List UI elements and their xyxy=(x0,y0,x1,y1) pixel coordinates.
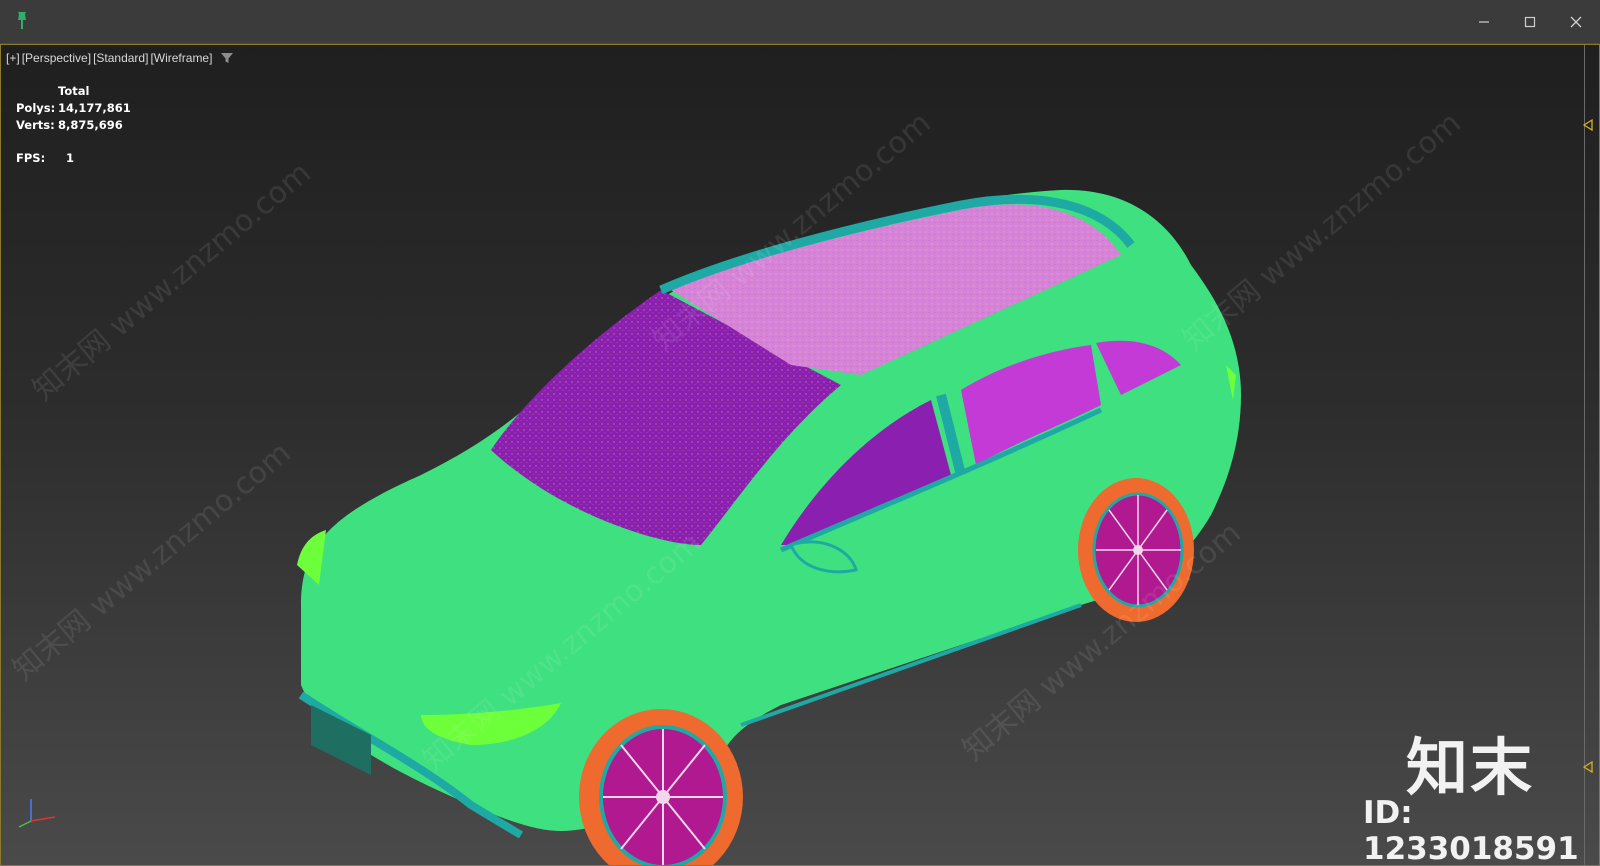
viewport-plus-menu[interactable]: [+] xyxy=(6,51,20,65)
close-icon xyxy=(1570,16,1582,28)
viewport-shading-menu[interactable]: [Standard] xyxy=(93,51,148,65)
pin-icon[interactable] xyxy=(14,10,30,32)
viewport-label-menu: [+] [Perspective] [Standard] [Wireframe] xyxy=(6,51,234,65)
minimize-button[interactable] xyxy=(1466,8,1502,36)
maximize-icon xyxy=(1524,16,1536,28)
axis-gizmo-icon xyxy=(18,799,56,828)
viewport-view-menu[interactable]: [Perspective] xyxy=(22,51,91,65)
polys-label: Polys: xyxy=(16,101,56,115)
title-bar xyxy=(0,0,1600,44)
timeline-marker-icon[interactable] xyxy=(1583,761,1593,773)
stats-header: Total xyxy=(58,84,90,98)
timeline-marker-icon[interactable] xyxy=(1583,119,1593,131)
verts-value: 8,875,696 xyxy=(58,118,123,132)
maximize-button[interactable] xyxy=(1512,8,1548,36)
filter-icon[interactable] xyxy=(220,51,234,65)
fps-label: FPS: xyxy=(16,151,46,165)
polys-value: 14,177,861 xyxy=(58,101,131,115)
close-button[interactable] xyxy=(1558,8,1594,36)
viewport-right-rail xyxy=(1584,45,1585,865)
viewport-display-menu[interactable]: [Wireframe] xyxy=(150,51,212,65)
scene-statistics: Total Polys: 14,177,861 Verts: 8,875,696… xyxy=(16,83,131,167)
brand-logo: 知末 xyxy=(1406,731,1535,804)
verts-label: Verts: xyxy=(16,118,55,132)
brand-id-text: ID: 1233018591 xyxy=(1363,795,1579,866)
perspective-viewport[interactable]: 知末网 www.znzmo.com 知末网 www.znzmo.com 知末网 … xyxy=(0,44,1600,866)
minimize-icon xyxy=(1479,21,1489,23)
fps-value: 1 xyxy=(66,151,75,165)
